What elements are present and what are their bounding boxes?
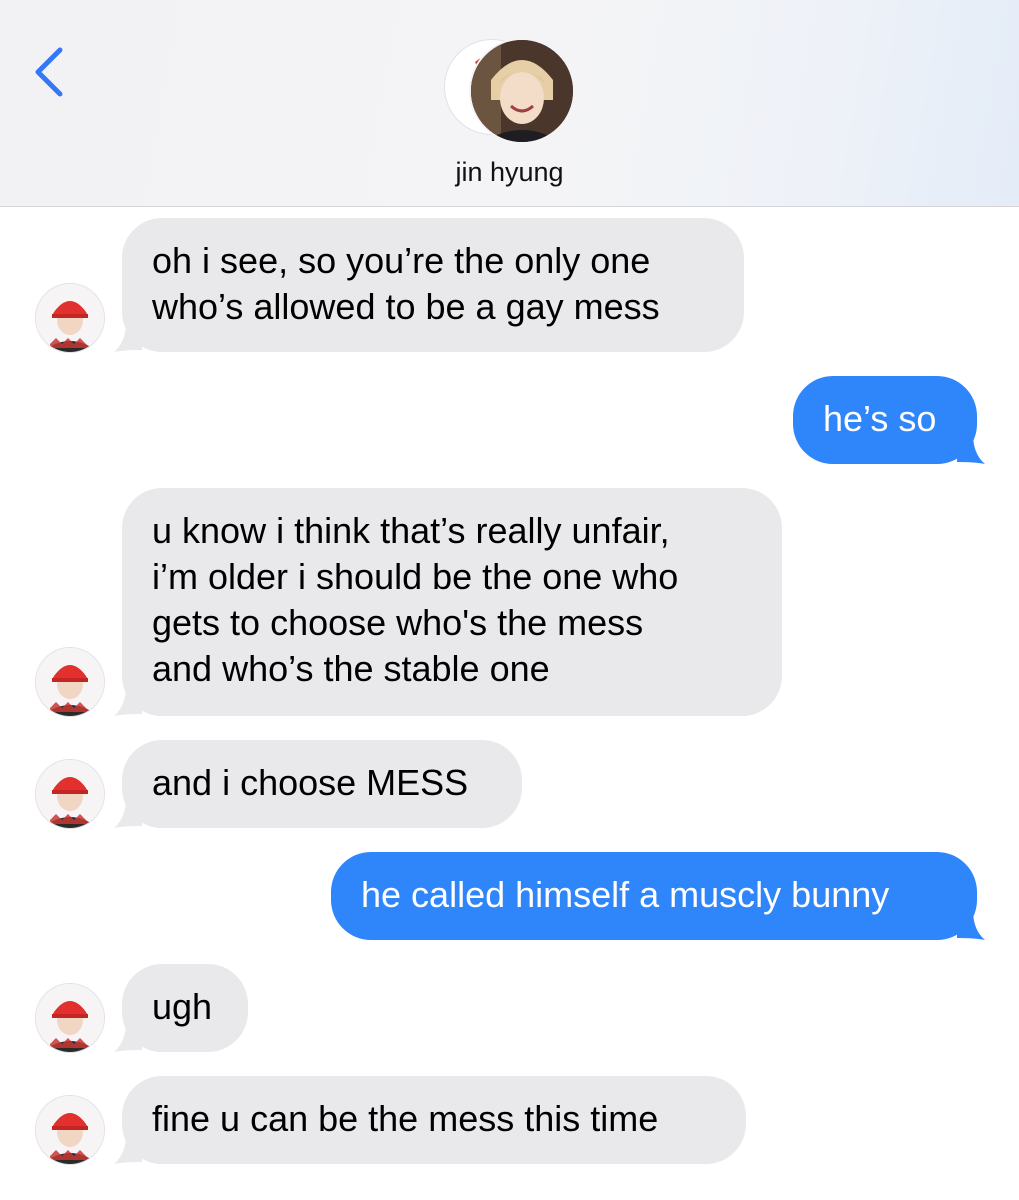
conversation-header: jin hyung bbox=[0, 0, 1019, 207]
message-text-line: he called himself a muscly bunny bbox=[361, 874, 890, 915]
bubble-tail bbox=[114, 798, 142, 828]
message-thread[interactable]: oh i see, so you’re the only one who’s al… bbox=[0, 207, 1019, 1200]
message-text-line: ugh bbox=[152, 986, 213, 1027]
sender-avatar[interactable] bbox=[36, 760, 104, 828]
sender-avatar[interactable] bbox=[36, 284, 104, 352]
message-text-line: and who’s the stable one bbox=[152, 648, 550, 689]
message-text-line: i’m older i should be the one who bbox=[152, 556, 679, 597]
message-text-line: gets to choose who's the mess bbox=[152, 602, 644, 643]
message-text-line: and i choose MESS bbox=[152, 762, 469, 803]
message-text-line: u know i think that’s really unfair, bbox=[152, 510, 670, 551]
bubble-tail bbox=[957, 910, 985, 940]
sender-avatar[interactable] bbox=[36, 648, 104, 716]
outgoing-message-bubble[interactable]: he’s so bbox=[793, 376, 977, 464]
bubble-tail bbox=[957, 434, 985, 464]
message-text-line: he’s so bbox=[823, 398, 937, 439]
bubble-tail bbox=[114, 322, 142, 352]
outgoing-message-bubble[interactable]: he called himself a muscly bunny bbox=[331, 852, 977, 940]
incoming-message-bubble[interactable]: u know i think that’s really unfair, i’m … bbox=[122, 488, 782, 716]
bubble-tail bbox=[114, 1022, 142, 1052]
sender-avatar[interactable] bbox=[36, 984, 104, 1052]
bubble-tail bbox=[114, 1134, 142, 1164]
bubble-tail bbox=[114, 686, 142, 716]
incoming-message-bubble[interactable]: fine u can be the mess this time bbox=[122, 1076, 746, 1164]
contact-avatar[interactable] bbox=[445, 40, 573, 142]
incoming-message-bubble[interactable]: oh i see, so you’re the only one who’s al… bbox=[122, 218, 744, 352]
chevron-left-icon bbox=[35, 47, 63, 97]
contact-photo bbox=[471, 40, 573, 142]
sender-avatar[interactable] bbox=[36, 1096, 104, 1164]
contact-name[interactable]: jin hyung bbox=[0, 157, 1019, 188]
message-text-line: who’s allowed to be a gay mess bbox=[152, 286, 660, 327]
back-button[interactable] bbox=[30, 44, 70, 100]
message-text-line: fine u can be the mess this time bbox=[152, 1098, 659, 1139]
incoming-message-bubble[interactable]: and i choose MESS bbox=[122, 740, 522, 828]
message-text-line: oh i see, so you’re the only one bbox=[152, 240, 651, 281]
